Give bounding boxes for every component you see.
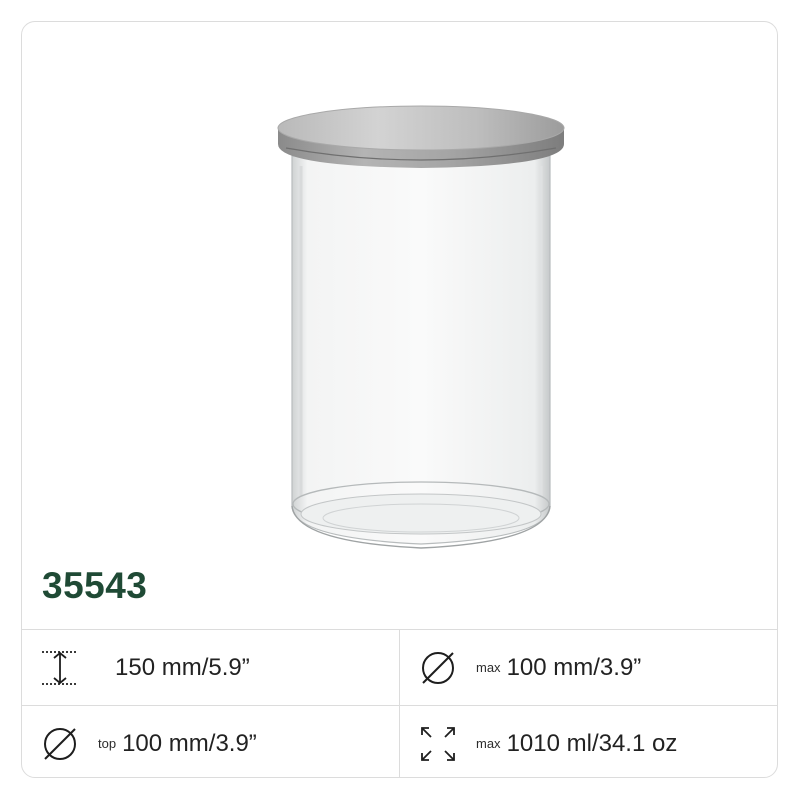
top-diameter-value: 100 mm/3.9” bbox=[122, 729, 257, 757]
capacity-value: 1010 ml/34.1 oz bbox=[506, 729, 678, 757]
spec-max-diameter: max 100 mm/3.9” bbox=[400, 630, 777, 705]
spec-top-diameter: top 100 mm/3.9” bbox=[22, 706, 400, 777]
spec-capacity: max 1010 ml/34.1 oz bbox=[400, 706, 777, 777]
capacity-icon bbox=[418, 724, 458, 764]
height-value: 150 mm/5.9” bbox=[115, 653, 250, 681]
product-card: 35543 150 mm/5.9” max 100 mm/3.9” top 10… bbox=[21, 21, 778, 778]
spec-height: 150 mm/5.9” bbox=[22, 630, 400, 705]
max-diameter-prefix: max bbox=[476, 660, 501, 675]
spec-table: 150 mm/5.9” max 100 mm/3.9” top 100 mm/3… bbox=[22, 629, 777, 777]
spec-row: top 100 mm/3.9” max 1010 ml/34.1 oz bbox=[22, 706, 777, 777]
top-diameter-prefix: top bbox=[98, 736, 117, 751]
spec-row: 150 mm/5.9” max 100 mm/3.9” bbox=[22, 630, 777, 706]
product-image bbox=[277, 105, 565, 549]
max-diameter-value: 100 mm/3.9” bbox=[506, 653, 642, 681]
capacity-prefix: max bbox=[476, 736, 501, 751]
product-sku: 35543 bbox=[42, 565, 148, 606]
height-icon bbox=[40, 648, 80, 688]
diameter-icon bbox=[40, 724, 80, 764]
diameter-icon bbox=[418, 648, 458, 688]
